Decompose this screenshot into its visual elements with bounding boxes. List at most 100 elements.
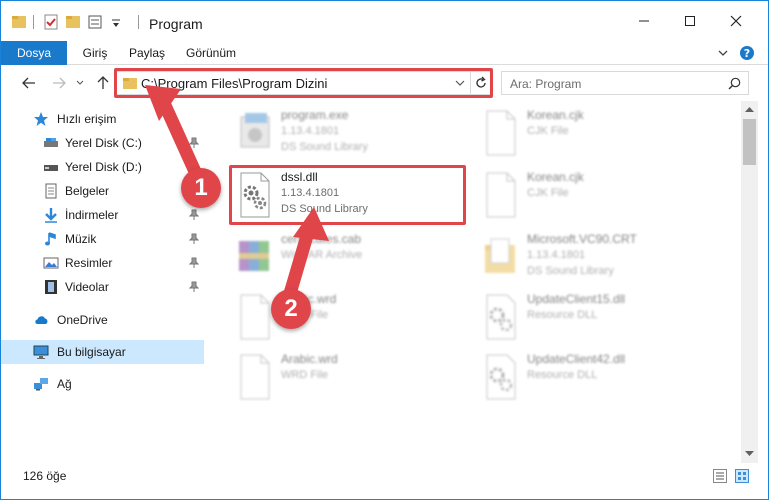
- minimize-button[interactable]: [621, 1, 667, 41]
- sidebar-item-videos[interactable]: Videolar: [1, 275, 204, 299]
- file-type: CJK File: [527, 125, 569, 137]
- file-list: program.exe 1.13.4.1801 DS Sound Library…: [209, 101, 741, 463]
- blank-file-icon: [486, 172, 516, 218]
- sidebar-item-downloads[interactable]: İndirmeler: [1, 203, 204, 227]
- pin-icon[interactable]: [189, 209, 199, 221]
- file-name: UpdateClient42.dll: [527, 352, 626, 366]
- recent-locations-button[interactable]: [73, 74, 87, 92]
- file-name: program.exe: [281, 108, 349, 122]
- address-row: C:\Program Files\Program Dizini Ara: Pro…: [1, 65, 768, 101]
- address-path[interactable]: C:\Program Files\Program Dizini: [141, 76, 327, 91]
- arrow-right-icon: [53, 77, 66, 89]
- scrollbar-thumb[interactable]: [743, 119, 756, 165]
- sidebar-item-label: Videolar: [65, 280, 109, 294]
- pin-icon[interactable]: [189, 281, 199, 293]
- refresh-icon[interactable]: [474, 76, 488, 90]
- dll-gear-icon: [240, 172, 270, 218]
- close-button[interactable]: [713, 1, 759, 41]
- folder-icon: [485, 238, 515, 273]
- pin-icon[interactable]: [189, 137, 199, 149]
- sidebar-item-label: Müzik: [65, 232, 97, 246]
- file-name: dssl.dll: [281, 170, 318, 184]
- sidebar-item-this-pc[interactable]: Bu bilgisayar: [1, 340, 204, 364]
- tiles-view-icon[interactable]: [735, 469, 749, 483]
- file-item-program-exe[interactable]: program.exe 1.13.4.1801 DS Sound Library: [231, 105, 471, 165]
- maximize-icon: [685, 16, 695, 26]
- file-item-arabic-wrd[interactable]: arabic.wrd WRD File: [231, 289, 471, 349]
- sidebar-item-local-disk-c[interactable]: Yerel Disk (C:): [1, 131, 204, 155]
- sidebar-item-local-disk-d[interactable]: Yerel Disk (D:): [1, 155, 204, 179]
- sidebar-item-pictures[interactable]: Resimler: [1, 251, 204, 275]
- blank-file-icon: [240, 354, 270, 400]
- title-bar: Program: [1, 1, 768, 41]
- file-type: WinRAR Archive: [281, 249, 363, 261]
- vertical-scrollbar[interactable]: [741, 101, 758, 463]
- search-icon[interactable]: [728, 77, 741, 90]
- file-item-certificates-cab[interactable]: certificates.cab WinRAR Archive: [231, 229, 471, 289]
- help-icon[interactable]: ?: [739, 44, 755, 62]
- dll-gear-icon: [486, 354, 516, 400]
- winrar-icon: [239, 241, 269, 271]
- file-item-dssl-dll[interactable]: dssl.dll 1.13.4.1801 DS Sound Library: [231, 167, 471, 227]
- blank-file-icon: [240, 294, 270, 340]
- file-description: DS Sound Library: [527, 265, 614, 277]
- sidebar-item-quick-access[interactable]: Hızlı erişim: [1, 107, 204, 131]
- scroll-up-icon[interactable]: [745, 106, 754, 112]
- sidebar-item-label: Bu bilgisayar: [57, 345, 126, 359]
- sidebar-item-documents[interactable]: Belgeler: [1, 179, 204, 203]
- properties-icon[interactable]: [43, 13, 59, 31]
- chevron-down-icon: [76, 80, 84, 85]
- file-description: DS Sound Library: [281, 141, 368, 153]
- file-item-arabic-wrd[interactable]: Arabic.wrd WRD File: [231, 349, 471, 409]
- sidebar-item-network[interactable]: Ağ: [1, 372, 204, 396]
- arrow-up-icon: [97, 76, 109, 89]
- up-button[interactable]: [93, 74, 113, 92]
- file-type: Resource DLL: [527, 309, 598, 321]
- window-title: Program: [149, 16, 203, 32]
- exe-icon: [240, 113, 270, 148]
- search-box[interactable]: Ara: Program: [501, 71, 749, 95]
- customize-toolbar-icon[interactable]: [111, 13, 121, 31]
- file-item-korean-cjk[interactable]: Korean.cjk CJK File: [477, 105, 717, 165]
- star-icon: [34, 112, 48, 126]
- address-divider: [470, 72, 471, 94]
- new-folder-icon[interactable]: [65, 13, 81, 31]
- address-bar[interactable]: C:\Program Files\Program Dizini: [115, 71, 493, 95]
- tab-view[interactable]: Görünüm: [181, 41, 241, 65]
- forward-button[interactable]: [49, 74, 69, 92]
- file-type: Resource DLL: [527, 369, 598, 381]
- file-name: UpdateClient15.dll: [527, 292, 626, 306]
- details-view-icon[interactable]: [713, 469, 727, 483]
- title-divider: [138, 15, 139, 29]
- file-name: Korean.cjk: [527, 108, 584, 122]
- sidebar-item-music[interactable]: Müzik: [1, 227, 204, 251]
- file-item-updateclient15-dll[interactable]: UpdateClient15.dll Resource DLL: [477, 289, 717, 349]
- chevron-down-icon[interactable]: [455, 80, 465, 87]
- sidebar-item-label: Resimler: [65, 256, 113, 270]
- tab-share[interactable]: Paylaş: [125, 41, 169, 65]
- callout-step-1: 1: [181, 168, 221, 208]
- tab-file[interactable]: Dosya: [1, 41, 67, 65]
- file-name: Arabic.wrd: [281, 352, 338, 366]
- maximize-button[interactable]: [667, 1, 713, 41]
- cloud-icon: [35, 316, 48, 324]
- view-options-icon[interactable]: [87, 13, 103, 31]
- file-version: 1.13.4.1801: [281, 187, 340, 199]
- pin-icon[interactable]: [189, 233, 199, 245]
- computer-icon: [33, 345, 49, 359]
- sidebar-item-label: OneDrive: [57, 313, 108, 327]
- tab-home[interactable]: Giriş: [75, 41, 115, 65]
- ribbon-tabs: Dosya Giriş Paylaş Görünüm ?: [1, 41, 768, 65]
- sidebar-item-label: Yerel Disk (C:): [65, 136, 142, 150]
- file-item-microsoft-vc90-crt[interactable]: Microsoft.VC90.CRT 1.13.4.1801 DS Sound …: [477, 229, 717, 289]
- sidebar-item-onedrive[interactable]: OneDrive: [1, 308, 204, 332]
- music-icon: [45, 232, 56, 246]
- file-item-updateclient42-dll[interactable]: UpdateClient42.dll Resource DLL: [477, 349, 717, 409]
- sidebar-item-label: Ağ: [57, 377, 72, 391]
- file-item-korean-cjk[interactable]: Korean.cjk CJK File: [477, 167, 717, 227]
- scroll-down-icon[interactable]: [745, 451, 754, 457]
- back-button[interactable]: [19, 74, 39, 92]
- pin-icon[interactable]: [189, 257, 199, 269]
- chevron-down-icon[interactable]: [717, 44, 729, 62]
- search-input[interactable]: Ara: Program: [510, 77, 581, 91]
